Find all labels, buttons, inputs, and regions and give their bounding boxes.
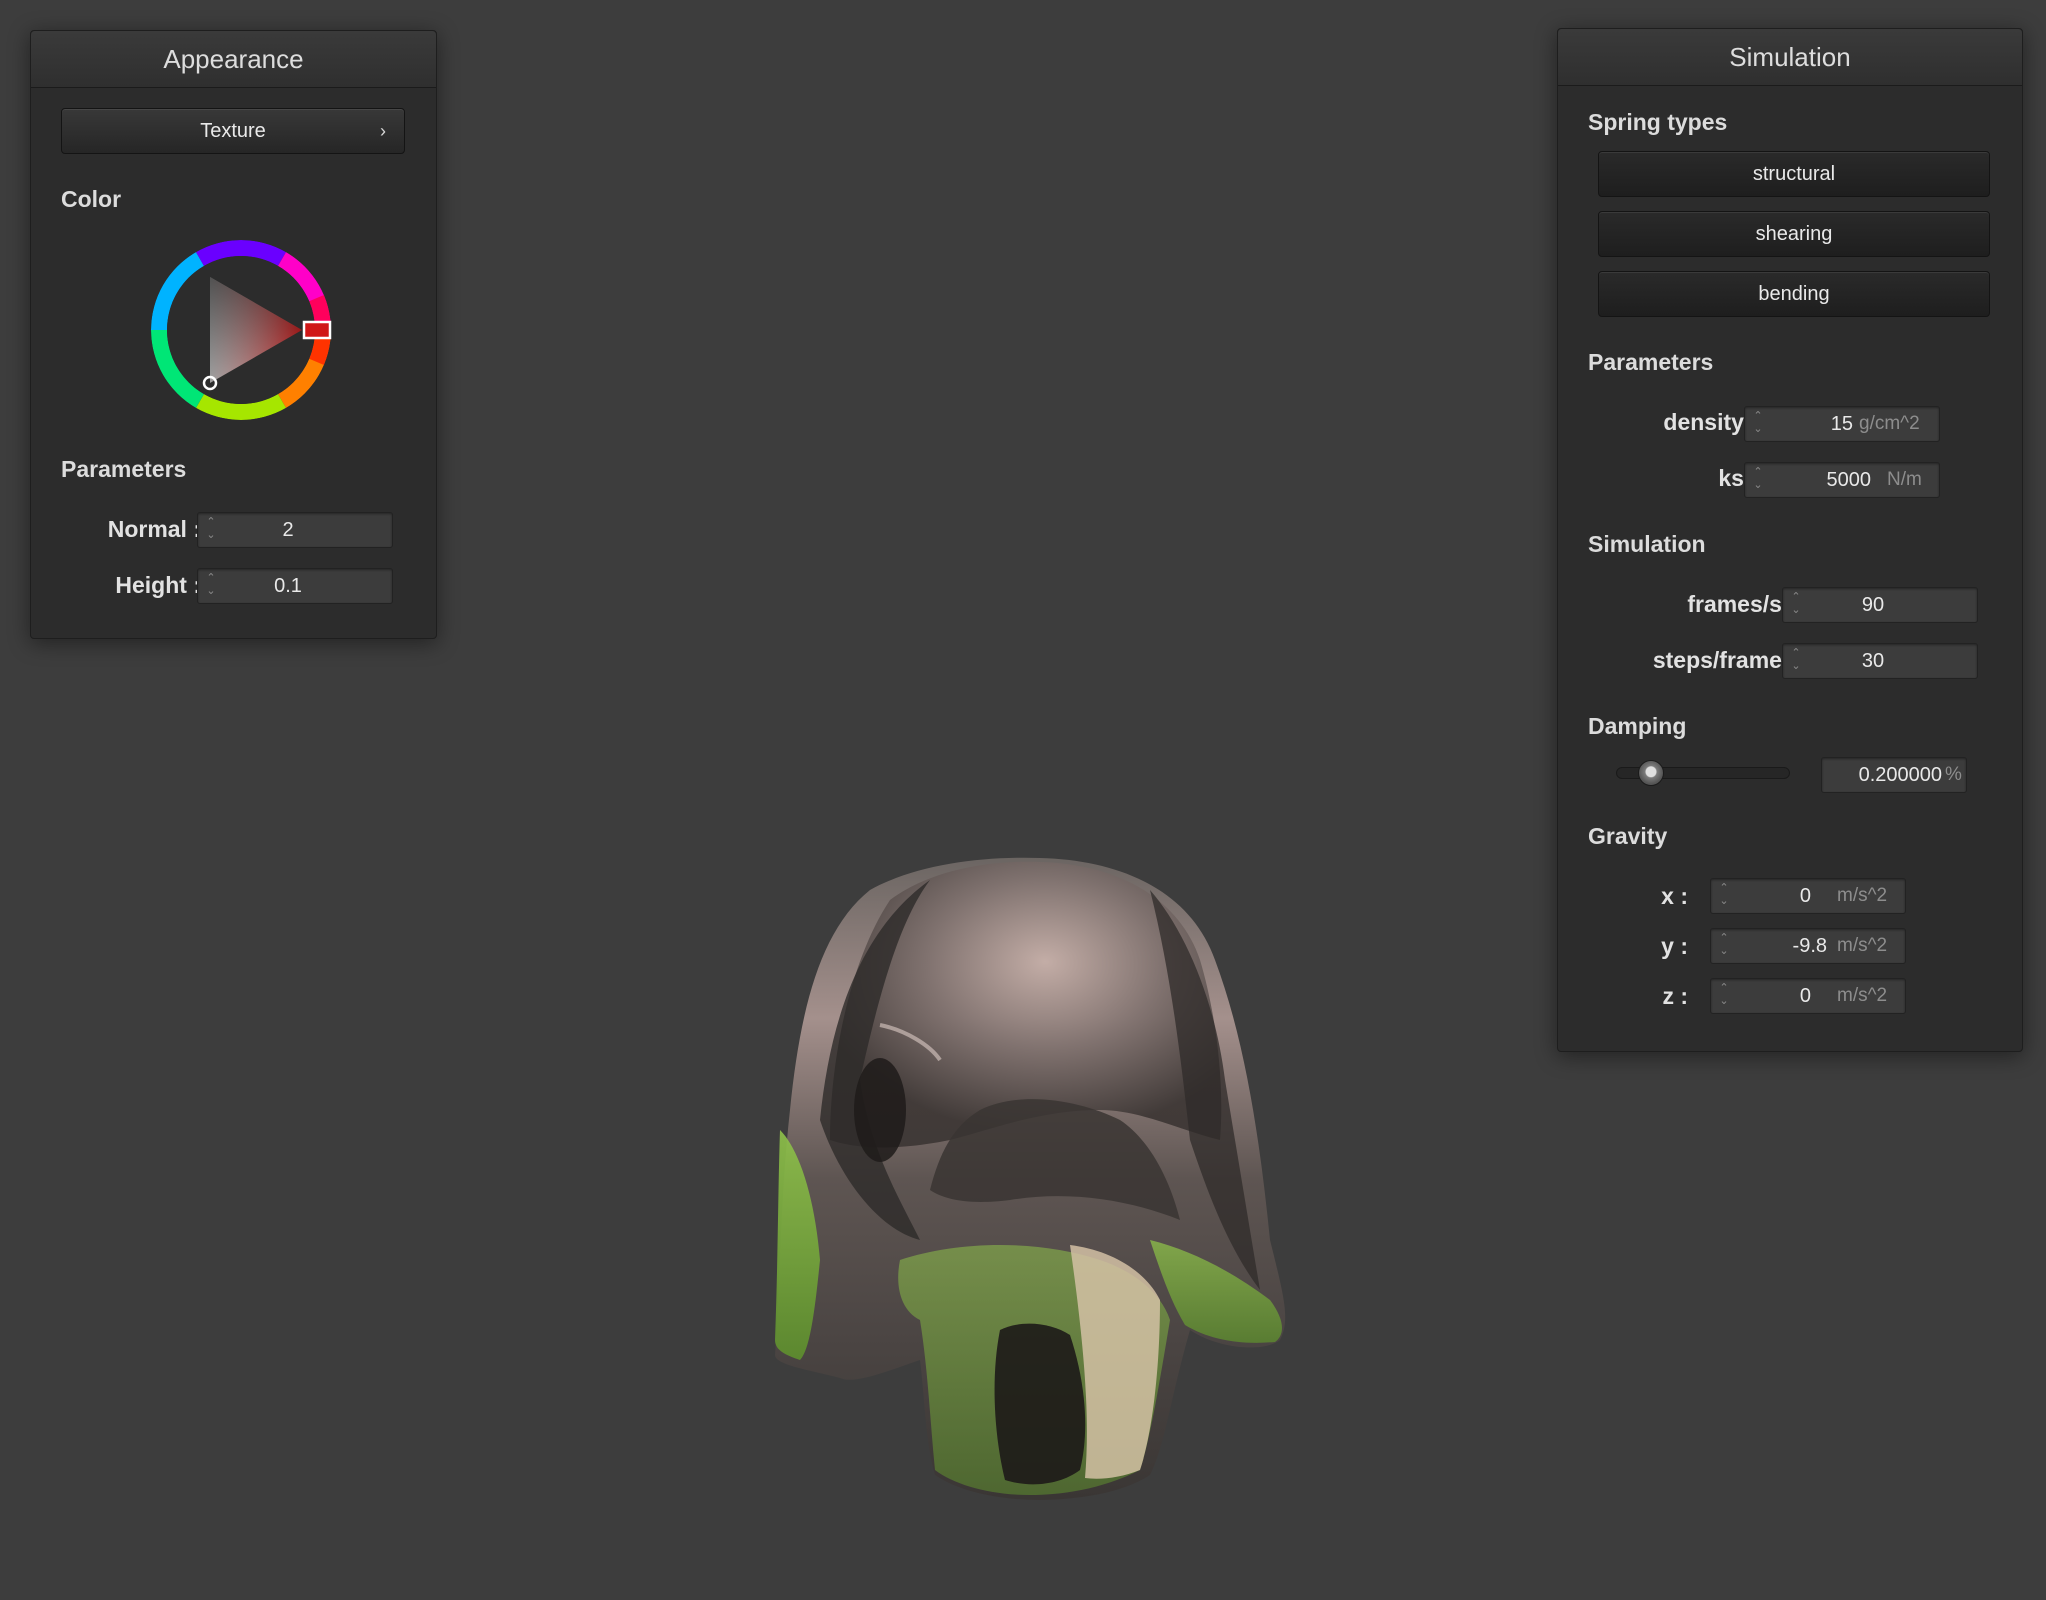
height-label: Height :: [115, 572, 201, 598]
fps-value: 90: [1861, 594, 1885, 616]
gravity-z-unit: m/s^2: [1837, 985, 1888, 1006]
gravity-x-unit: m/s^2: [1837, 885, 1888, 906]
gravity-y-input[interactable]: ⌃ ⌄ -9.8 m/s^2: [1710, 928, 1906, 964]
gravity-x-value: 0: [1799, 885, 1811, 907]
gravity-z-value: 0: [1799, 985, 1811, 1007]
texture-button[interactable]: Texture ›: [61, 108, 405, 154]
damping-unit: %: [1945, 764, 1962, 785]
spin-arrows-icon[interactable]: ⌃ ⌄: [1753, 466, 1763, 492]
spin-arrows-icon[interactable]: ⌃ ⌄: [1753, 410, 1763, 436]
spin-arrows-icon[interactable]: ⌃ ⌄: [1719, 982, 1729, 1008]
gravity-z-label: z :: [1662, 983, 1688, 1009]
gravity-label: Gravity: [1588, 823, 1668, 849]
density-unit: g/cm^2: [1859, 413, 1920, 434]
appearance-parameters-label: Parameters: [61, 456, 187, 482]
shearing-spring-button[interactable]: shearing: [1598, 211, 1990, 257]
gravity-z-input[interactable]: ⌃ ⌄ 0 m/s^2: [1710, 978, 1906, 1014]
appearance-panel-title[interactable]: Appearance: [31, 31, 436, 88]
ks-input[interactable]: ⌃ ⌄ 5000 N/m: [1744, 462, 1940, 498]
steps-per-frame-input[interactable]: ⌃ ⌄ 30: [1782, 643, 1978, 679]
ks-label: ks :: [1718, 465, 1758, 491]
normal-label: Normal :: [107, 516, 201, 542]
steps-per-frame-value: 30: [1861, 650, 1885, 672]
simulation-panel: Simulation Spring types structural shear…: [1557, 28, 2023, 1052]
gravity-y-unit: m/s^2: [1837, 935, 1888, 956]
color-wheel-icon[interactable]: [146, 235, 336, 425]
gravity-y-label: y :: [1661, 933, 1688, 959]
color-section-label: Color: [61, 186, 122, 212]
texture-button-label: Texture: [200, 120, 266, 142]
steps-per-frame-label: steps/frame :: [1652, 647, 1796, 673]
ks-value: 5000: [1826, 469, 1872, 491]
normal-input[interactable]: ⌃ ⌄ 2: [197, 512, 393, 548]
spin-arrows-icon[interactable]: ⌃ ⌄: [1791, 591, 1801, 617]
spring-types-label: Spring types: [1588, 109, 1728, 135]
gravity-y-value: -9.8: [1792, 935, 1827, 957]
damping-value-box[interactable]: 0.200000 %: [1821, 757, 1967, 793]
fps-label: frames/s :: [1687, 591, 1796, 617]
spin-arrows-icon[interactable]: ⌃ ⌄: [206, 572, 216, 598]
chevron-right-icon: ›: [380, 121, 386, 141]
density-input[interactable]: ⌃ ⌄ 15 g/cm^2: [1744, 406, 1940, 442]
simulation-section-label: Simulation: [1588, 531, 1706, 557]
density-value: 15: [1830, 413, 1853, 435]
gravity-x-label: x :: [1661, 883, 1688, 909]
ks-unit: N/m: [1887, 469, 1922, 490]
height-input[interactable]: ⌃ ⌄ 0.1: [197, 568, 393, 604]
fps-input[interactable]: ⌃ ⌄ 90: [1782, 587, 1978, 623]
bending-spring-button[interactable]: bending: [1598, 271, 1990, 317]
simulation-panel-title[interactable]: Simulation: [1558, 29, 2022, 86]
density-label: density :: [1663, 409, 1758, 435]
spin-arrows-icon[interactable]: ⌃ ⌄: [1719, 882, 1729, 908]
structural-spring-button[interactable]: structural: [1598, 151, 1990, 197]
spin-arrows-icon[interactable]: ⌃ ⌄: [1719, 932, 1729, 958]
gravity-x-input[interactable]: ⌃ ⌄ 0 m/s^2: [1710, 878, 1906, 914]
simulation-parameters-label: Parameters: [1588, 349, 1714, 375]
damping-slider-handle[interactable]: [1638, 760, 1665, 786]
normal-value: 2: [282, 519, 294, 541]
damping-label: Damping: [1588, 713, 1687, 739]
spin-arrows-icon[interactable]: ⌃ ⌄: [1791, 647, 1801, 673]
height-value: 0.1: [274, 575, 302, 597]
spin-arrows-icon[interactable]: ⌃ ⌄: [206, 516, 216, 542]
appearance-panel: Appearance Texture › Color Parameters No…: [30, 30, 437, 639]
damping-value: 0.200000: [1858, 764, 1942, 786]
